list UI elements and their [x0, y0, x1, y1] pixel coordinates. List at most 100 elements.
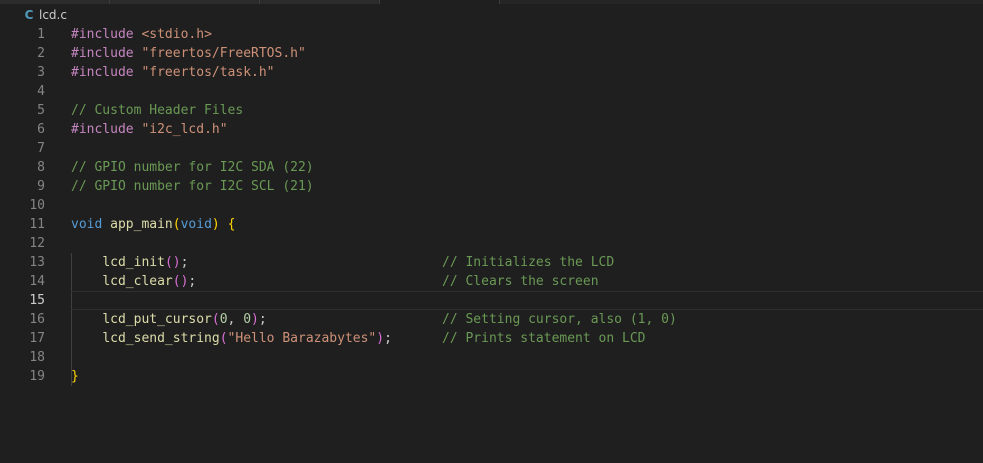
code-token: void — [180, 217, 212, 232]
line-number: 18 — [29, 350, 45, 365]
line-number: 14 — [29, 274, 45, 289]
code-token: #include — [71, 27, 134, 42]
code-line[interactable]: 16 lcd_put_cursor(0, 0); // Setting curso… — [0, 310, 983, 329]
code-token: () — [164, 255, 181, 270]
line-number: 5 — [37, 103, 45, 118]
code-line[interactable]: 4 — [0, 82, 983, 101]
line-number: 2 — [37, 46, 45, 61]
c-file-icon: C — [24, 8, 34, 22]
code-text[interactable]: lcd_send_string("Hello Barazabytes"); — [71, 329, 392, 348]
code-token: "i2c_lcd.h" — [141, 122, 228, 137]
code-text[interactable]: lcd_put_cursor(0, 0); — [71, 310, 267, 329]
code-line[interactable]: 12 — [0, 234, 983, 253]
code-text[interactable]: } — [71, 367, 79, 386]
line-number: 9 — [37, 179, 45, 194]
code-line[interactable]: 18 — [0, 348, 983, 367]
code-line[interactable]: 1 #include <stdio.h> — [0, 25, 983, 44]
code-token: } — [71, 369, 79, 384]
code-text[interactable]: lcd_init(); — [71, 253, 188, 272]
code-token: // Custom Header Files — [71, 103, 244, 118]
code-token: <stdio.h> — [141, 27, 212, 42]
inline-comment: // Clears the screen — [442, 274, 599, 289]
line-number: 16 — [29, 312, 45, 327]
code-token: lcd_init — [102, 255, 165, 270]
inline-comment: // Prints statement on LCD — [442, 331, 646, 346]
code-token: ( — [219, 331, 228, 346]
code-token: ; — [258, 312, 267, 327]
code-line[interactable]: 14 lcd_clear(); // Clears the screen — [0, 272, 983, 291]
code-token: ( — [172, 217, 181, 232]
code-line[interactable]: 11 void app_main(void) { — [0, 215, 983, 234]
code-token: #include — [71, 122, 134, 137]
code-token: ) — [251, 312, 259, 327]
line-number: 8 — [37, 160, 45, 175]
line-number: 7 — [37, 141, 45, 156]
code-line[interactable]: 15 — [0, 291, 983, 310]
code-token: lcd_clear — [102, 274, 173, 289]
inline-comment: // Setting cursor, also (1, 0) — [442, 312, 677, 327]
line-number: 10 — [29, 198, 45, 213]
code-editor[interactable]: 1 #include <stdio.h> 2 #include "freertos/F… — [0, 25, 983, 463]
code-token: ) — [211, 217, 220, 232]
code-token: #include — [71, 46, 134, 61]
code-token: ; — [180, 255, 189, 270]
code-token: { — [227, 217, 236, 232]
code-token: ; — [384, 331, 392, 346]
code-token: ; — [188, 274, 197, 289]
code-token: () — [172, 274, 189, 289]
code-token: 0 — [219, 312, 228, 327]
code-text[interactable]: // Custom Header Files — [71, 101, 243, 120]
code-token: lcd_put_cursor — [102, 312, 212, 327]
code-text[interactable]: void app_main(void) { — [71, 215, 235, 234]
code-token: app_main — [110, 217, 173, 232]
code-token: // GPIO number for I2C SCL (21) — [71, 179, 314, 194]
line-number: 13 — [29, 255, 45, 270]
code-token: ( — [211, 312, 220, 327]
code-token: #include — [71, 65, 134, 80]
code-line[interactable]: 13 lcd_init(); // Initializes the LCD — [0, 253, 983, 272]
code-token: "freertos/task.h" — [141, 65, 275, 80]
line-number: 19 — [29, 369, 45, 384]
code-text[interactable]: #include "freertos/task.h" — [71, 63, 275, 82]
code-line[interactable]: 10 — [0, 196, 983, 215]
code-line[interactable]: 9 // GPIO number for I2C SCL (21) — [0, 177, 983, 196]
line-number: 15 — [29, 293, 45, 308]
code-line[interactable]: 5 // Custom Header Files — [0, 101, 983, 120]
code-line[interactable]: 3 #include "freertos/task.h" — [0, 63, 983, 82]
current-line-highlight — [71, 291, 983, 310]
line-number: 1 — [37, 27, 45, 42]
line-number: 6 — [37, 122, 45, 137]
code-token: , — [227, 312, 244, 327]
code-line[interactable]: 2 #include "freertos/FreeRTOS.h" — [0, 44, 983, 63]
code-text[interactable]: #include <stdio.h> — [71, 25, 212, 44]
code-token: "freertos/FreeRTOS.h" — [141, 46, 306, 61]
code-line[interactable]: 17 lcd_send_string("Hello Barazabytes");… — [0, 329, 983, 348]
code-token: // GPIO number for I2C SDA (22) — [71, 160, 314, 175]
code-token: 0 — [243, 312, 252, 327]
line-number: 12 — [29, 236, 45, 251]
line-number: 3 — [37, 65, 45, 80]
line-number: 11 — [29, 217, 45, 232]
code-text[interactable]: // GPIO number for I2C SCL (21) — [71, 177, 314, 196]
code-line[interactable]: 7 — [0, 139, 983, 158]
code-line[interactable]: 8 // GPIO number for I2C SDA (22) — [0, 158, 983, 177]
code-token: lcd_send_string — [102, 331, 220, 346]
code-text[interactable]: // GPIO number for I2C SDA (22) — [71, 158, 314, 177]
inline-comment: // Initializes the LCD — [442, 255, 615, 270]
code-token: void — [71, 217, 103, 232]
code-text[interactable]: #include "freertos/FreeRTOS.h" — [71, 44, 306, 63]
line-number: 4 — [37, 84, 45, 99]
breadcrumb-file-name[interactable]: lcd.c — [39, 8, 67, 22]
code-line[interactable]: 6 #include "i2c_lcd.h" — [0, 120, 983, 139]
code-text[interactable]: #include "i2c_lcd.h" — [71, 120, 228, 139]
code-text[interactable]: lcd_clear(); — [71, 272, 196, 291]
line-number: 17 — [29, 331, 45, 346]
breadcrumb[interactable]: C lcd.c — [0, 4, 983, 26]
code-line[interactable]: 19} — [0, 367, 983, 386]
